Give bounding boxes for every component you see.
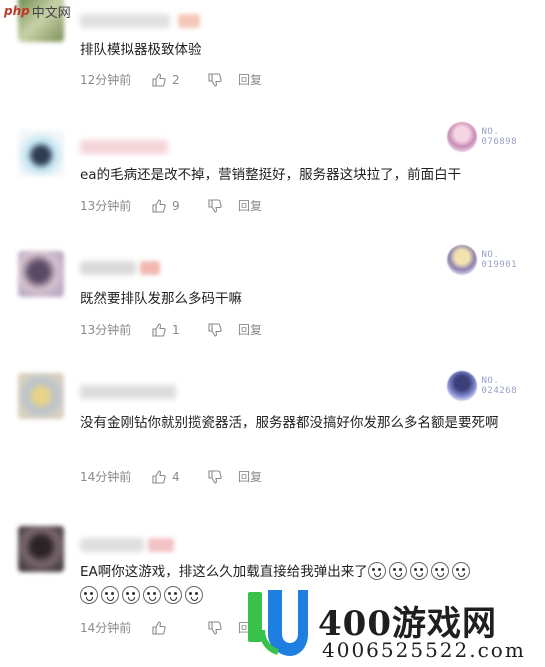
thumbs-up-icon (152, 469, 166, 484)
thumbs-down-icon (208, 469, 222, 484)
like-count: 1 (172, 322, 180, 337)
site-watermark: 400游戏网 4006525522.com (246, 586, 545, 667)
user-tag-blurred (140, 261, 160, 275)
smiley-emoji-icon (430, 562, 449, 580)
smiley-emoji-icon (451, 562, 470, 580)
site-badge-cn: 中文网 (31, 5, 71, 21)
comment-time: 14分钟前 (80, 470, 132, 484)
badge-character-image (447, 245, 478, 275)
comment-meta: 13分钟前 1 回复 (80, 321, 262, 338)
site-badge-php: php (4, 4, 30, 18)
avatar[interactable] (18, 373, 64, 419)
username-blurred[interactable] (80, 385, 176, 399)
comment-time: 12分钟前 (80, 73, 132, 87)
smiley-emoji-icon (80, 586, 98, 604)
reply-button[interactable]: 回复 (238, 468, 262, 485)
comment-time: 13分钟前 (80, 199, 132, 213)
username-blurred[interactable] (80, 261, 136, 275)
watermark-u-logo-icon (248, 590, 308, 656)
reply-button[interactable]: 回复 (238, 71, 262, 88)
thumbs-down-icon (208, 198, 222, 213)
badge-number: 019901 (481, 260, 517, 270)
thumbs-down-icon (208, 322, 222, 337)
smiley-emoji-icon (101, 586, 119, 604)
badge-character-image (447, 371, 478, 401)
like-count: 9 (172, 198, 180, 213)
comment-text: 既然要排队发那么多码干嘛 (80, 291, 242, 307)
fan-badge: NO. 024268 (447, 371, 517, 401)
smiley-emoji-icon (409, 562, 428, 580)
smiley-emoji-icon (367, 562, 386, 580)
comment-item: NO. 076898 ea的毛病还是改不掉，营销整挺好，服务器这块拉了，前面白干… (0, 118, 545, 218)
like-button[interactable]: 2 (152, 73, 208, 87)
comment-meta: 13分钟前 9 回复 (80, 197, 262, 214)
username-blurred[interactable] (80, 538, 144, 552)
username-blurred[interactable] (80, 14, 170, 28)
avatar[interactable] (18, 130, 64, 176)
emoji-row (80, 586, 206, 604)
badge-label: NO. (481, 127, 500, 137)
thumbs-up-icon (152, 72, 166, 87)
comment-text-body: EA啊你这游戏，排这么久加载直接给我弹出来了 (80, 564, 368, 580)
emoji-row (367, 562, 473, 580)
user-tag-blurred (178, 14, 200, 28)
site-badge: php 中文网 (0, 0, 75, 22)
smiley-emoji-icon (185, 586, 203, 604)
comment-item: NO. 024268 没有金刚钻你就别揽瓷器活，服务器都没搞好你发那么多名额是要… (0, 367, 545, 497)
comment-text: ea的毛病还是改不掉，营销整挺好，服务器这块拉了，前面白干 (80, 167, 462, 183)
dislike-button[interactable] (208, 620, 238, 635)
thumbs-up-icon (152, 620, 166, 635)
reply-button[interactable]: 回复 (238, 197, 262, 214)
thumbs-down-icon (208, 620, 222, 635)
fan-badge: NO. 019901 (447, 245, 517, 275)
username-blurred[interactable] (80, 140, 168, 154)
like-count: 2 (172, 72, 180, 87)
comment-item: NO. 019901 既然要排队发那么多码干嘛 13分钟前 1 回复 (0, 245, 545, 345)
comment-meta: 14分钟前 回复 (80, 619, 262, 636)
smiley-emoji-icon (122, 586, 140, 604)
comment-text: 没有金刚钻你就别揽瓷器活，服务器都没搞好你发那么多名额是要死啊 (80, 415, 499, 431)
comment-time: 14分钟前 (80, 621, 132, 635)
avatar[interactable] (18, 251, 64, 297)
reply-button[interactable]: 回复 (238, 321, 262, 338)
dislike-button[interactable] (208, 72, 238, 87)
dislike-button[interactable] (208, 322, 238, 337)
user-tag-blurred (148, 538, 174, 552)
like-button[interactable]: 1 (152, 323, 208, 337)
dislike-button[interactable] (208, 469, 238, 484)
thumbs-down-icon (208, 72, 222, 87)
badge-label: NO. (481, 250, 500, 260)
like-button[interactable]: 9 (152, 199, 208, 213)
thumbs-up-icon (152, 322, 166, 337)
comment-time: 13分钟前 (80, 323, 132, 337)
avatar[interactable] (18, 526, 64, 572)
like-button[interactable] (152, 620, 208, 635)
comment-text: 排队模拟器极致体验 (80, 42, 202, 58)
smiley-emoji-icon (388, 562, 407, 580)
comment-item: 排队模拟器极致体验 12分钟前 2 回复 (0, 0, 545, 100)
badge-character-image (447, 122, 478, 152)
badge-number: 076898 (481, 137, 517, 147)
thumbs-up-icon (152, 198, 166, 213)
like-count: 4 (172, 469, 180, 484)
smiley-emoji-icon (143, 586, 161, 604)
badge-label: NO. (481, 376, 500, 386)
dislike-button[interactable] (208, 198, 238, 213)
badge-number: 024268 (481, 386, 517, 396)
fan-badge: NO. 076898 (447, 122, 517, 152)
comment-meta: 14分钟前 4 回复 (80, 468, 262, 485)
smiley-emoji-icon (164, 586, 182, 604)
like-button[interactable]: 4 (152, 470, 208, 484)
watermark-url: 4006525522.com (322, 638, 526, 662)
comment-meta: 12分钟前 2 回复 (80, 71, 262, 88)
